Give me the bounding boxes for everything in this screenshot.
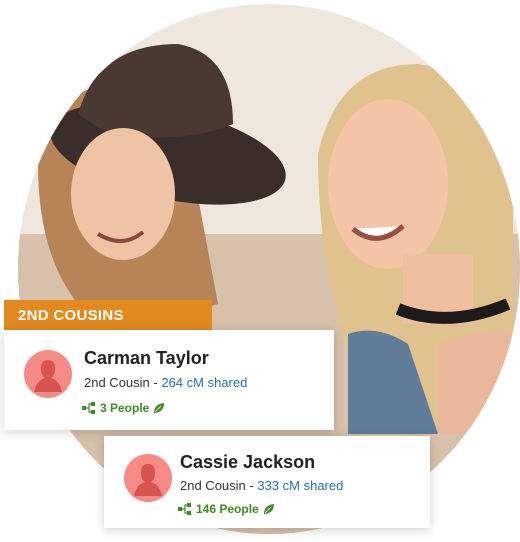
people-tree-link[interactable]: 146 People xyxy=(178,502,275,516)
leaf-icon xyxy=(154,403,165,413)
section-header-label: 2ND COUSINS xyxy=(18,306,124,324)
match-name[interactable]: Carman Taylor xyxy=(84,348,209,369)
relationship-label: 2nd Cousin xyxy=(84,375,150,390)
separator: - xyxy=(149,375,162,390)
people-count: 3 People xyxy=(100,401,150,415)
people-count: 146 People xyxy=(196,502,259,516)
shared-dna-link[interactable]: 264 cM shared xyxy=(161,375,247,390)
avatar xyxy=(24,350,72,398)
tree-icon xyxy=(178,503,191,515)
match-card[interactable]: Carman Taylor 2nd Cousin - 264 cM shared… xyxy=(4,330,334,430)
match-name[interactable]: Cassie Jackson xyxy=(180,452,315,473)
tree-icon xyxy=(82,402,95,414)
person-silhouette-icon xyxy=(34,360,62,392)
people-tree-link[interactable]: 3 People xyxy=(82,401,165,415)
match-card[interactable]: Cassie Jackson 2nd Cousin - 333 cM share… xyxy=(104,436,430,528)
relationship-line: 2nd Cousin - 264 cM shared xyxy=(84,375,247,390)
separator: - xyxy=(245,478,258,493)
relationship-label: 2nd Cousin xyxy=(180,478,246,493)
person-silhouette-icon xyxy=(134,464,162,496)
avatar xyxy=(124,454,172,502)
shared-dna-link[interactable]: 333 cM shared xyxy=(257,478,343,493)
relationship-line: 2nd Cousin - 333 cM shared xyxy=(180,478,343,493)
leaf-icon xyxy=(263,504,274,514)
section-header: 2ND COUSINS xyxy=(4,300,212,330)
